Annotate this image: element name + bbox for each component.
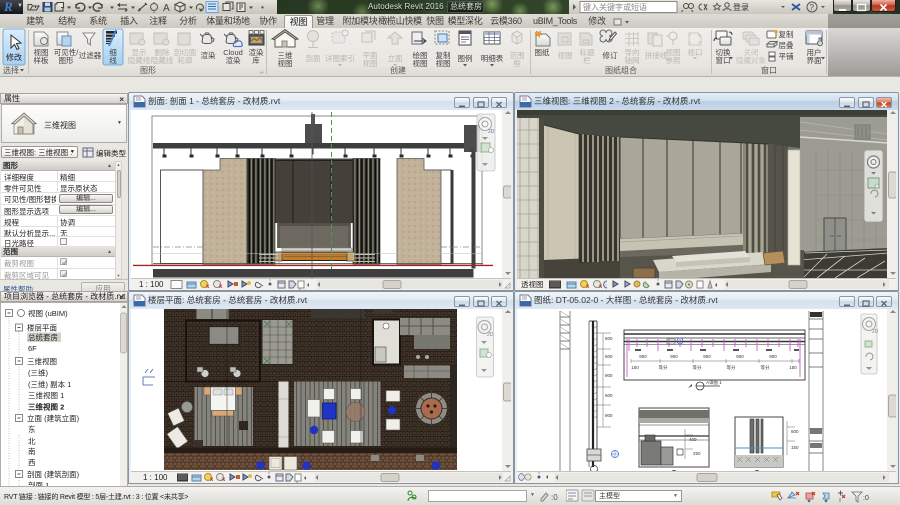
svg-text:框: 框	[513, 58, 521, 68]
svg-text:图形: 图形	[140, 66, 156, 75]
svg-text:视图: 视图	[363, 58, 378, 68]
svg-text:详图索引: 详图索引	[325, 53, 355, 63]
svg-text:图形: 图形	[59, 56, 74, 65]
svg-text:轴网: 轴网	[625, 55, 640, 65]
svg-text:⌐: ⌐	[260, 70, 264, 76]
svg-text:三维视图 2: 三维视图 2	[28, 402, 64, 412]
svg-text:900: 900	[769, 354, 777, 359]
svg-text:参照: 参照	[666, 55, 681, 65]
svg-text:900: 900	[605, 373, 613, 378]
svg-text:修订: 修订	[603, 50, 618, 60]
svg-text:等分: 等分	[659, 364, 668, 371]
svg-text:总统套房: 总统套房	[28, 332, 58, 342]
svg-text:立面 (建筑立面): 立面 (建筑立面)	[27, 413, 80, 423]
svg-text:隐藏线: 隐藏线	[151, 55, 174, 65]
svg-text:900: 900	[605, 413, 613, 418]
svg-text:栏: 栏	[583, 55, 591, 65]
svg-text:图例: 图例	[458, 53, 473, 63]
svg-text:轮廓: 轮廓	[178, 55, 193, 65]
svg-text:250: 250	[693, 451, 701, 456]
svg-text:登录: 登录	[733, 2, 749, 12]
svg-text:窗口: 窗口	[716, 55, 731, 65]
svg-text:过滤器: 过滤器	[79, 50, 102, 60]
svg-text:拼接线: 拼接线	[645, 50, 668, 60]
svg-text::0: :0	[863, 495, 869, 502]
svg-text:图纸组合: 图纸组合	[605, 65, 637, 75]
svg-text:视图: 视图	[436, 58, 451, 68]
svg-text:北: 北	[28, 437, 36, 446]
svg-text:2D: 2D	[872, 329, 879, 335]
svg-text:东: 东	[28, 424, 36, 434]
svg-text:样板: 样板	[34, 55, 49, 65]
svg-text:西: 西	[28, 458, 36, 467]
svg-text:400: 400	[689, 437, 697, 442]
svg-text:150: 150	[631, 365, 639, 370]
svg-text:界面: 界面	[807, 56, 822, 65]
svg-text:900: 900	[736, 354, 744, 359]
svg-text:复制: 复制	[779, 29, 794, 39]
svg-text:1 : 100: 1 : 100	[143, 473, 168, 482]
svg-text:?: ?	[810, 3, 815, 12]
svg-text:立面: 立面	[388, 53, 403, 63]
svg-text:(三维) 副本 1: (三维) 副本 1	[28, 379, 71, 389]
svg-text:600: 600	[605, 336, 613, 341]
svg-text:等分: 等分	[761, 364, 770, 371]
svg-text:线: 线	[109, 55, 117, 65]
svg-text:库: 库	[252, 55, 260, 65]
svg-text:600: 600	[605, 354, 613, 359]
svg-text:视口: 视口	[688, 47, 703, 57]
svg-text:剖面 (建筑剖面): 剖面 (建筑剖面)	[27, 469, 80, 479]
svg-text:平铺: 平铺	[779, 51, 794, 61]
svg-text:(三维): (三维)	[28, 368, 48, 378]
svg-text:透视图: 透视图	[521, 279, 544, 289]
svg-text:A: A	[163, 3, 170, 14]
svg-text:视图 (uBIM): 视图 (uBIM)	[28, 308, 68, 318]
svg-text:等分: 等分	[727, 364, 736, 371]
svg-text:150: 150	[789, 365, 797, 370]
svg-text:900: 900	[670, 354, 678, 359]
svg-text:三维视图: 三维视图	[27, 356, 57, 366]
svg-text:窗口: 窗口	[761, 65, 777, 75]
svg-text:视图: 视图	[558, 50, 573, 60]
svg-text:明细表: 明细表	[481, 53, 504, 63]
svg-text:视图: 视图	[413, 58, 428, 68]
svg-text:900: 900	[639, 354, 647, 359]
svg-text:三维视图 1: 三维视图 1	[28, 390, 64, 400]
svg-text:等分: 等分	[693, 364, 702, 371]
svg-text:渲染: 渲染	[201, 50, 216, 60]
svg-text:选择: 选择	[3, 65, 19, 75]
svg-text:剖面: 剖面	[306, 53, 321, 63]
svg-text:键入关键字或短语: 键入关键字或短语	[583, 2, 647, 12]
svg-text:2D: 2D	[488, 129, 495, 135]
svg-text:600: 600	[605, 393, 613, 398]
svg-text:隐藏线: 隐藏线	[128, 55, 151, 65]
svg-text:600: 600	[791, 429, 799, 434]
svg-text:南: 南	[28, 446, 36, 456]
svg-text:创建: 创建	[390, 65, 406, 75]
svg-text:层叠: 层叠	[779, 41, 794, 50]
svg-text:楼层平面: 楼层平面	[27, 323, 57, 333]
svg-text:2D: 2D	[487, 332, 494, 338]
svg-text:修改: 修改	[6, 52, 22, 62]
svg-text:图纸: 图纸	[535, 47, 550, 57]
svg-text:1 : 100: 1 : 100	[139, 280, 164, 289]
svg-text:隐藏对象: 隐藏对象	[736, 55, 766, 65]
svg-text:6F: 6F	[28, 344, 37, 353]
svg-text:150: 150	[791, 445, 799, 450]
svg-text:A详图 1: A详图 1	[706, 379, 722, 386]
svg-text:视图: 视图	[278, 58, 293, 68]
svg-text:渲染: 渲染	[226, 55, 241, 65]
svg-text::0: :0	[551, 493, 558, 502]
svg-text:900: 900	[703, 354, 711, 359]
